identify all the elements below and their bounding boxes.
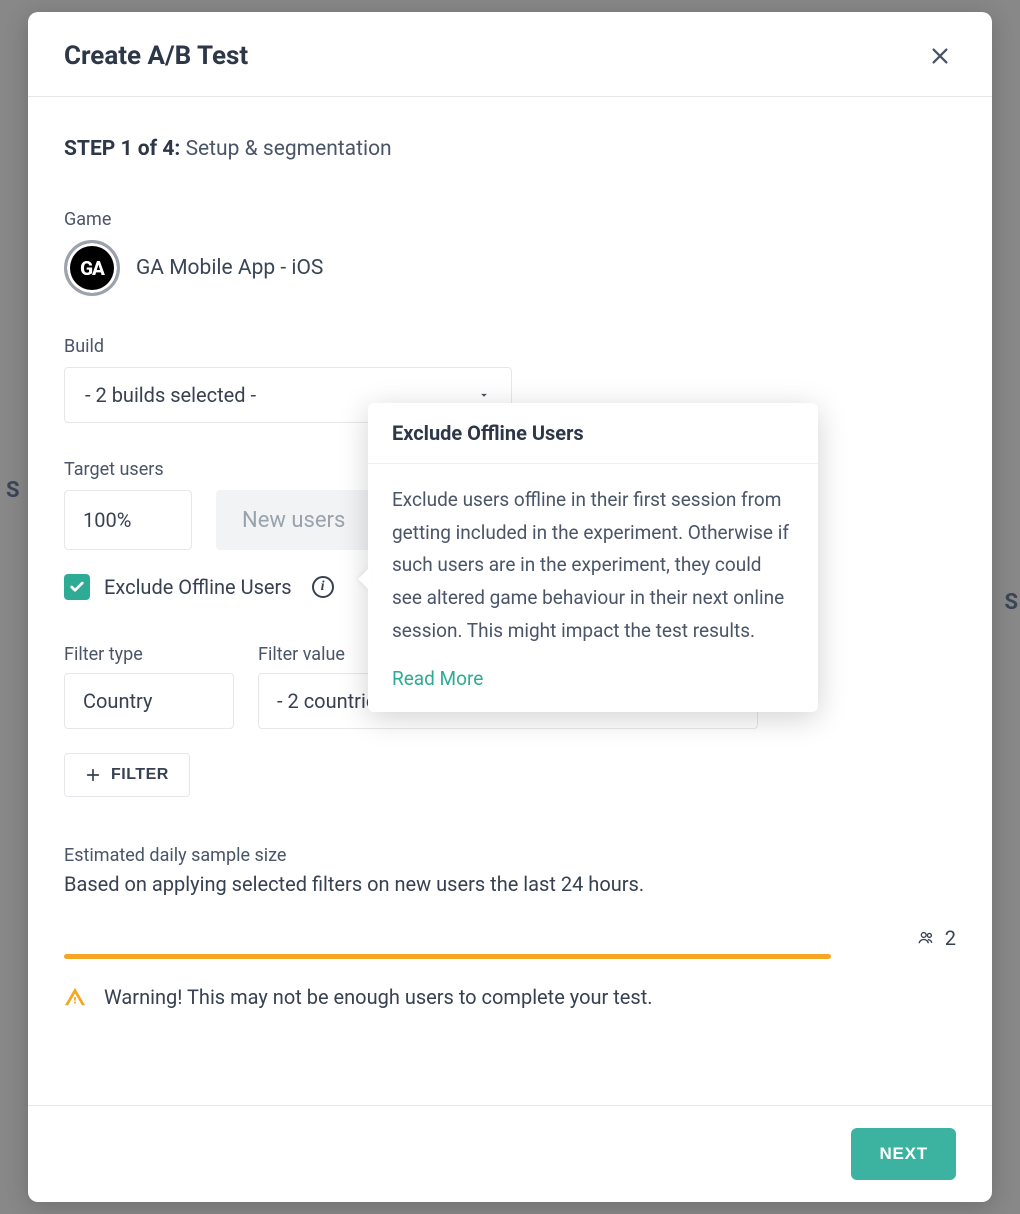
exclude-offline-tooltip: Exclude Offline Users Exclude users offl…	[368, 403, 818, 712]
plus-icon	[85, 767, 101, 783]
step-title: Setup & segmentation	[186, 137, 392, 161]
tooltip-body: Exclude users offline in their first ses…	[368, 464, 818, 655]
step-indicator: STEP 1 of 4: Setup & segmentation	[64, 137, 956, 161]
new-users-toggle[interactable]: New users	[216, 490, 371, 550]
target-percent-input[interactable]: 100%	[64, 490, 192, 550]
add-filter-label: FILTER	[111, 766, 169, 784]
filter-type-label: Filter type	[64, 644, 234, 665]
close-icon	[929, 45, 951, 67]
exclude-offline-checkbox[interactable]	[64, 574, 90, 600]
tooltip-arrow	[358, 567, 370, 591]
tooltip-read-more-link[interactable]: Read More	[368, 655, 507, 712]
sample-progress-bar	[64, 954, 831, 959]
warning-icon	[64, 986, 86, 1008]
estimate-label: Estimated daily sample size	[64, 845, 956, 866]
background-text-left: S	[6, 478, 20, 503]
modal-footer: NEXT	[28, 1105, 992, 1202]
users-icon	[915, 929, 937, 947]
create-ab-test-modal: Create A/B Test STEP 1 of 4: Setup & seg…	[28, 12, 992, 1202]
game-name: GA Mobile App - iOS	[136, 256, 323, 280]
step-number: STEP 1 of 4:	[64, 137, 180, 161]
modal-title: Create A/B Test	[64, 41, 248, 71]
check-icon	[69, 579, 85, 595]
game-label: Game	[64, 209, 956, 230]
game-row: GA GA Mobile App - iOS	[64, 240, 956, 296]
build-label: Build	[64, 336, 956, 357]
modal-header: Create A/B Test	[28, 12, 992, 97]
estimate-section: Estimated daily sample size Based on app…	[64, 845, 956, 1009]
game-field: Game GA GA Mobile App - iOS	[64, 209, 956, 296]
modal-body: STEP 1 of 4: Setup & segmentation Game G…	[28, 97, 992, 1105]
estimate-description: Based on applying selected filters on ne…	[64, 872, 956, 896]
warning-text: Warning! This may not be enough users to…	[104, 985, 653, 1009]
next-button[interactable]: NEXT	[851, 1128, 956, 1180]
filter-type-column: Filter type Country	[64, 644, 234, 729]
tooltip-title: Exclude Offline Users	[368, 403, 818, 464]
warning-row: Warning! This may not be enough users to…	[64, 985, 956, 1009]
background-text-right: S	[1004, 590, 1018, 615]
filter-type-select[interactable]: Country	[64, 673, 234, 729]
add-filter-button[interactable]: FILTER	[64, 753, 190, 797]
sample-count-row: 2	[64, 926, 956, 950]
game-app-icon: GA	[64, 240, 120, 296]
close-button[interactable]	[924, 40, 956, 72]
sample-count-value: 2	[945, 926, 956, 950]
build-selected-text: - 2 builds selected -	[85, 383, 256, 407]
exclude-offline-label: Exclude Offline Users	[104, 575, 292, 599]
info-icon[interactable]: i	[312, 576, 334, 598]
